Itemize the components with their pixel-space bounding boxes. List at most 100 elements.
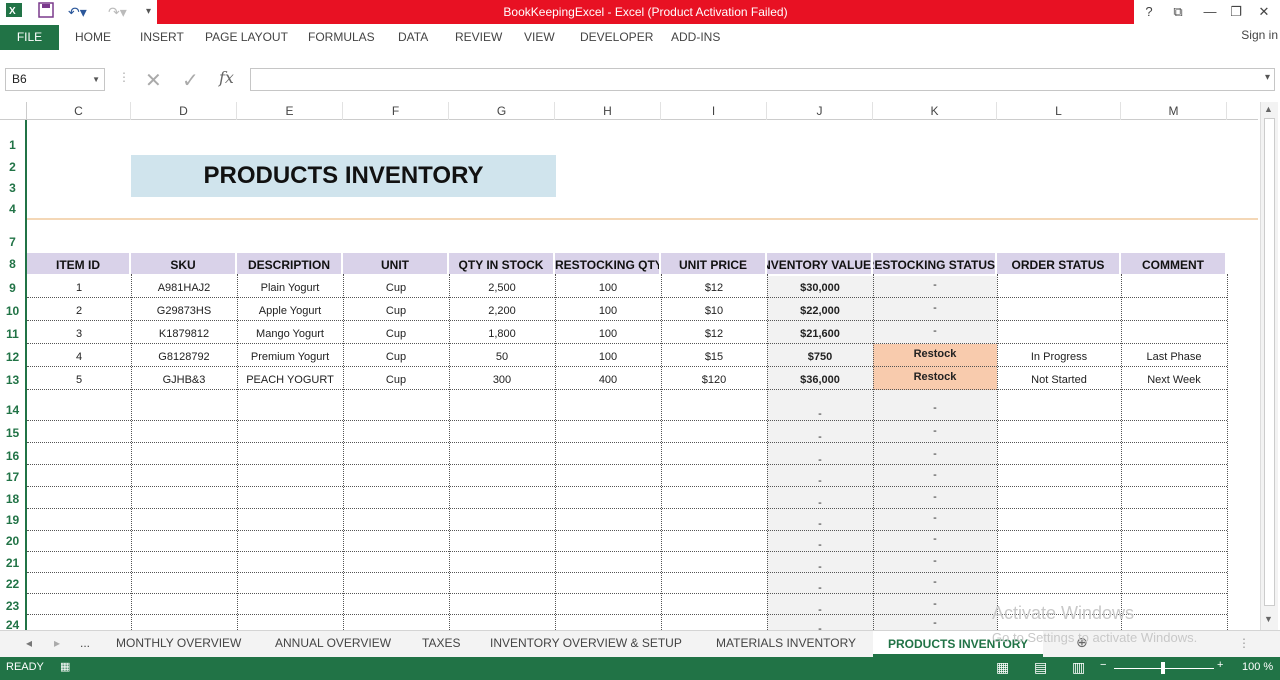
cell-comment[interactable] xyxy=(1121,278,1227,298)
cell-empty-dash[interactable]: - xyxy=(873,529,997,549)
cell-item-id[interactable]: 1 xyxy=(27,278,131,298)
sheet-tab-taxes[interactable]: TAXES xyxy=(422,636,460,650)
cell-empty-dash[interactable]: - xyxy=(873,421,997,441)
row-header[interactable]: 1 xyxy=(0,138,25,152)
cell-sku[interactable]: G29873HS xyxy=(131,301,237,321)
cell-qty-in-stock[interactable]: 50 xyxy=(449,347,555,367)
table-header-restocking-qty[interactable]: RESTOCKING QTY xyxy=(555,253,661,274)
cell-empty-dash[interactable]: - xyxy=(873,487,997,507)
cell-empty-dash[interactable]: - xyxy=(767,578,873,598)
tab-home[interactable]: HOME xyxy=(75,30,111,44)
cell-item-id[interactable]: 3 xyxy=(27,324,131,344)
column-header-d[interactable]: D xyxy=(131,102,237,120)
cell-empty-dash[interactable]: - xyxy=(767,535,873,555)
row-header[interactable]: 17 xyxy=(0,470,25,484)
cell-sku[interactable]: G8128792 xyxy=(131,347,237,367)
row-header[interactable]: 16 xyxy=(0,449,25,463)
cell-description[interactable]: PEACH YOGURT xyxy=(237,370,343,390)
cell-empty-dash[interactable]: - xyxy=(767,557,873,577)
table-header-restocking-status[interactable]: RESTOCKING STATUS xyxy=(873,253,997,274)
cell-unit[interactable]: Cup xyxy=(343,347,449,367)
scroll-tabs-left-icon[interactable]: ◂ xyxy=(26,636,32,650)
row-header[interactable]: 18 xyxy=(0,492,25,506)
cell-description[interactable]: Apple Yogurt xyxy=(237,301,343,321)
cell-inventory-value[interactable]: $30,000 xyxy=(767,278,873,298)
row-header[interactable]: 19 xyxy=(0,513,25,527)
insert-function-icon[interactable]: fx xyxy=(219,68,234,87)
row-header[interactable]: 3 xyxy=(0,181,25,195)
column-header-k[interactable]: K xyxy=(873,102,997,120)
enter-icon[interactable]: ✓ xyxy=(182,68,199,93)
cell-item-id[interactable]: 5 xyxy=(27,370,131,390)
tab-view[interactable]: VIEW xyxy=(524,30,555,44)
scroll-up-icon[interactable]: ▲ xyxy=(1264,104,1273,114)
row-header[interactable]: 11 xyxy=(0,327,25,341)
cell-empty-dash[interactable]: - xyxy=(873,572,997,592)
cell-unit-price[interactable]: $10 xyxy=(661,301,767,321)
cell-empty-dash[interactable]: - xyxy=(767,450,873,470)
table-header-unit[interactable]: UNIT xyxy=(343,253,449,274)
cell-order-status[interactable] xyxy=(997,278,1121,298)
row-header[interactable]: 12 xyxy=(0,350,25,364)
cell-empty-dash[interactable]: - xyxy=(767,619,873,630)
row-header[interactable]: 10 xyxy=(0,304,25,318)
cell-empty-dash[interactable]: - xyxy=(873,444,997,464)
cell-inventory-value[interactable]: $22,000 xyxy=(767,301,873,321)
cell-sku[interactable]: K1879812 xyxy=(131,324,237,344)
column-header-m[interactable]: M xyxy=(1121,102,1227,120)
cell-empty-dash[interactable]: - xyxy=(873,465,997,485)
cell-inventory-value[interactable]: $21,600 xyxy=(767,324,873,344)
zoom-in-icon[interactable]: + xyxy=(1217,659,1223,671)
formula-input[interactable]: ▾ xyxy=(250,68,1275,91)
table-header-comment[interactable]: COMMENT xyxy=(1121,253,1227,274)
cell-sku[interactable]: A981HAJ2 xyxy=(131,278,237,298)
row-header[interactable]: 23 xyxy=(0,599,25,613)
row-header[interactable]: 2 xyxy=(0,160,25,174)
cell-unit-price[interactable]: $12 xyxy=(661,278,767,298)
row-header[interactable]: 4 xyxy=(0,202,25,216)
table-header-order-status[interactable]: ORDER STATUS xyxy=(997,253,1121,274)
cell-qty-in-stock[interactable]: 300 xyxy=(449,370,555,390)
cell-empty-dash[interactable]: - xyxy=(767,493,873,513)
column-header-h[interactable]: H xyxy=(555,102,661,120)
row-header[interactable]: 21 xyxy=(0,556,25,570)
normal-view-icon[interactable]: ▦ xyxy=(996,659,1009,676)
cell-description[interactable]: Premium Yogurt xyxy=(237,347,343,367)
tab-developer[interactable]: DEVELOPER xyxy=(580,30,653,44)
cell-empty-dash[interactable]: - xyxy=(767,471,873,491)
row-header[interactable]: 8 xyxy=(0,257,25,271)
cell-empty-dash[interactable]: - xyxy=(873,594,997,614)
vertical-scrollbar[interactable]: ▲ ▼ xyxy=(1260,102,1278,630)
cell-restocking-qty[interactable]: 100 xyxy=(555,301,661,321)
close-button[interactable]: ✕ xyxy=(1250,0,1278,24)
cell-empty-dash[interactable]: - xyxy=(873,398,997,418)
cell-restocking-qty[interactable]: 100 xyxy=(555,347,661,367)
row-header[interactable]: 7 xyxy=(0,235,25,249)
cell-empty-dash[interactable]: - xyxy=(873,613,997,630)
redo-icon[interactable]: ↷▾ xyxy=(108,2,127,22)
select-all-corner[interactable] xyxy=(0,102,27,120)
ribbon-display-options-icon[interactable]: ⧉ xyxy=(1164,0,1192,24)
cell-restocking-status[interactable]: Restock xyxy=(873,367,997,387)
cell-item-id[interactable]: 4 xyxy=(27,347,131,367)
scroll-tabs-right-icon[interactable]: ▸ xyxy=(54,636,60,650)
table-header-unit-price[interactable]: UNIT PRICE xyxy=(661,253,767,274)
column-header-c[interactable]: C xyxy=(27,102,131,120)
cell-order-status[interactable] xyxy=(997,301,1121,321)
cell-order-status[interactable]: In Progress xyxy=(997,347,1121,367)
cell-comment[interactable] xyxy=(1121,301,1227,321)
cell-comment[interactable]: Next Week xyxy=(1121,370,1227,390)
cell-comment[interactable]: Last Phase xyxy=(1121,347,1227,367)
cell-empty-dash[interactable]: - xyxy=(873,551,997,571)
cell-unit[interactable]: Cup xyxy=(343,278,449,298)
cell-comment[interactable] xyxy=(1121,324,1227,344)
cell-sku[interactable]: GJHB&3 xyxy=(131,370,237,390)
row-header[interactable]: 13 xyxy=(0,373,25,387)
cell-restocking-status[interactable]: - xyxy=(873,275,997,295)
zoom-slider-thumb[interactable] xyxy=(1161,662,1165,674)
table-header-inventory-value[interactable]: INVENTORY VALUE xyxy=(767,253,873,274)
cell-restocking-status[interactable]: Restock xyxy=(873,344,997,364)
cell-qty-in-stock[interactable]: 1,800 xyxy=(449,324,555,344)
cell-inventory-value[interactable]: $750 xyxy=(767,347,873,367)
cell-qty-in-stock[interactable]: 2,500 xyxy=(449,278,555,298)
